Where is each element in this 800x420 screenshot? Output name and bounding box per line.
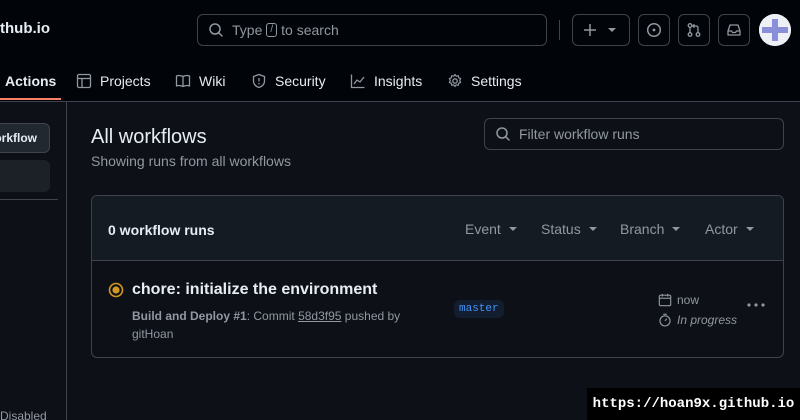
actor-filter-menu[interactable]: Actor — [705, 221, 754, 237]
search-input[interactable]: Type / to search — [197, 14, 547, 46]
runs-count: 0 workflow runs — [108, 222, 215, 238]
repo-nav: Actions Projects Wiki Security Insights … — [0, 60, 800, 102]
workflows-sidebar: orkflow Disabled — [0, 102, 67, 420]
tab-insights[interactable]: Insights — [350, 60, 422, 101]
filter-runs-input[interactable]: Filter workflow runs — [484, 118, 784, 150]
calendar-icon — [658, 293, 672, 307]
page-subtitle: Showing runs from all workflows — [91, 153, 291, 169]
pull-requests-button[interactable] — [678, 14, 710, 46]
tab-settings[interactable]: Settings — [447, 60, 522, 101]
runs-list-header: 0 workflow runs Event Status Branch Acto… — [92, 196, 783, 261]
search-icon — [496, 127, 510, 141]
plus-icon — [584, 24, 596, 36]
caret-down-icon — [588, 227, 597, 231]
search-text-before: Type — [232, 22, 263, 38]
search-text-after: to search — [281, 22, 339, 38]
create-new-button[interactable] — [572, 14, 630, 46]
gear-icon — [448, 73, 462, 87]
watermark: https://hoan9x.github.io — [587, 388, 800, 420]
inbox-button[interactable] — [718, 14, 750, 46]
sidebar-disabled-label: Disabled — [0, 409, 47, 420]
caret-down-icon — [745, 227, 754, 231]
active-tab-indicator — [0, 98, 61, 100]
tab-projects-label: Projects — [100, 72, 151, 89]
in-progress-status-icon — [108, 282, 124, 298]
stopwatch-icon — [659, 313, 671, 327]
commit-link[interactable]: 58d3f95 — [298, 309, 341, 323]
tab-wiki-label: Wiki — [199, 72, 226, 89]
run-meta: Build and Deploy #1: Commit 58d3f95 push… — [132, 307, 422, 343]
sidebar-divider — [0, 199, 58, 200]
tab-actions[interactable]: Actions — [5, 60, 56, 101]
header-divider — [559, 20, 560, 40]
run-actor[interactable]: gitHoan — [132, 327, 173, 341]
run-status-label: In progress — [677, 313, 738, 327]
repo-name[interactable]: thub.io — [0, 20, 50, 37]
caret-down-icon — [508, 227, 517, 231]
triangle-down-icon — [608, 28, 616, 32]
status-filter-label: Status — [541, 221, 581, 237]
new-workflow-button[interactable]: orkflow — [0, 123, 50, 153]
git-pull-request-icon — [687, 23, 701, 37]
search-icon — [209, 23, 223, 37]
table-icon — [76, 73, 92, 88]
tab-actions-label: Actions — [5, 72, 57, 89]
branch-tag[interactable]: master — [454, 300, 504, 318]
kebab-horizontal-icon[interactable] — [745, 299, 767, 311]
shield-icon — [252, 73, 266, 88]
event-filter-menu[interactable]: Event — [465, 221, 517, 237]
tab-settings-label: Settings — [471, 72, 522, 89]
avatar-identicon — [759, 14, 791, 46]
sidebar-item-all-workflows[interactable] — [0, 160, 50, 192]
branch-filter-label: Branch — [620, 221, 665, 237]
tab-insights-label: Insights — [374, 72, 423, 89]
tab-security-label: Security — [275, 72, 326, 89]
run-commit-prefix: : Commit — [246, 309, 295, 323]
book-icon — [175, 74, 191, 87]
run-pushed-by: pushed by — [344, 309, 401, 323]
run-timestamp: now — [658, 293, 699, 307]
workflow-runs-list: 0 workflow runs Event Status Branch Acto… — [91, 195, 784, 358]
inbox-icon — [727, 24, 741, 36]
actor-filter-label: Actor — [705, 221, 738, 237]
tab-wiki[interactable]: Wiki — [175, 60, 225, 101]
graph-icon — [350, 74, 365, 88]
event-filter-label: Event — [465, 221, 501, 237]
issue-opened-icon — [646, 22, 662, 38]
filter-placeholder: Filter workflow runs — [519, 126, 640, 142]
status-filter-menu[interactable]: Status — [541, 221, 597, 237]
tab-security[interactable]: Security — [251, 60, 326, 101]
tab-projects[interactable]: Projects — [76, 60, 151, 101]
page-title: All workflows — [91, 126, 207, 148]
branch-filter-menu[interactable]: Branch — [620, 221, 681, 237]
user-avatar[interactable] — [759, 14, 791, 46]
run-duration: In progress — [658, 313, 737, 327]
run-number: #1 — [233, 309, 247, 323]
run-time-label: now — [677, 293, 700, 307]
run-title-link[interactable]: chore: initialize the environment — [132, 281, 377, 299]
caret-down-icon — [672, 227, 681, 231]
top-header: thub.io Type / to search — [0, 0, 800, 60]
run-workflow-name: Build and Deploy — [132, 309, 231, 323]
issues-button[interactable] — [638, 14, 670, 46]
search-shortcut-key: / — [266, 23, 278, 37]
